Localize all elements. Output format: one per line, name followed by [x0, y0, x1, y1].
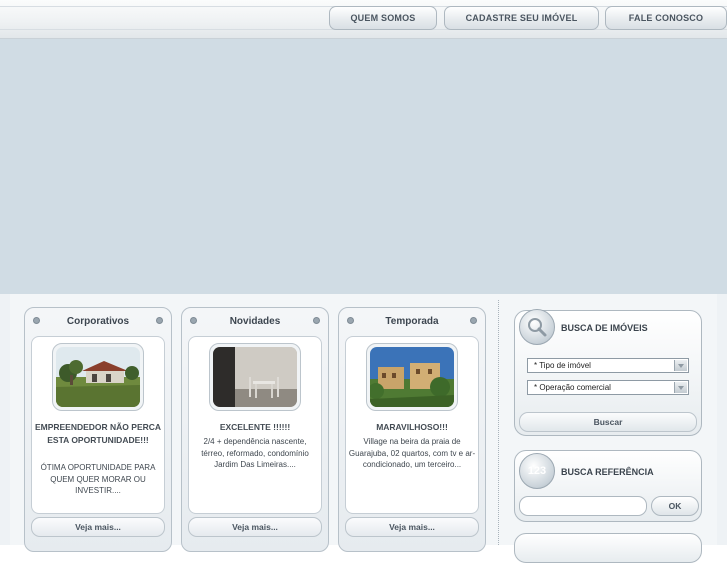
buscar-button[interactable]: Buscar [519, 412, 697, 432]
card-header: Temporada [385, 315, 439, 327]
thumbnail-frame[interactable] [366, 343, 458, 411]
operacao-comercial-select[interactable]: * Operação comercial [527, 380, 689, 395]
busca-referencia-title: BUSCA REFERÊNCIA [561, 467, 654, 477]
card-title: EMPREENDEDOR NÃO PERCA ESTA OPORTUNIDADE… [34, 422, 162, 445]
chevron-down-icon[interactable] [674, 360, 687, 371]
card-novidades: Novidades EXCELENTE !!!!!! 2/4 + dependê… [181, 307, 329, 552]
property-photo[interactable] [213, 347, 297, 407]
chevron-down-icon[interactable] [674, 382, 687, 393]
column-divider [498, 300, 499, 545]
card-title: MARAVILHOSO!!! [376, 422, 448, 432]
nav-fale-conosco-button[interactable]: FALE CONOSCO [605, 6, 727, 30]
busca-imoveis-box: BUSCA DE IMÓVEIS * Tipo de imóvel * Oper… [514, 309, 702, 436]
banner-area [0, 39, 727, 294]
thumbnail-frame[interactable] [52, 343, 144, 411]
veja-mais-button[interactable]: Veja mais... [345, 517, 479, 537]
top-nav-bar: QUEM SOMOS CADASTRE SEU IMÓVEL FALE CONO… [0, 0, 727, 39]
busca-imoveis-title: BUSCA DE IMÓVEIS [561, 323, 648, 333]
busca-referencia-box: 123 BUSCA REFERÊNCIA OK [514, 450, 702, 522]
card-header: Novidades [229, 315, 281, 327]
card-description: ÓTIMA OPORTUNIDADE PARA QUEM QUER MORAR … [40, 463, 156, 495]
additional-box [514, 533, 702, 563]
card-header: Corporativos [66, 315, 130, 327]
magnifier-icon [519, 309, 555, 345]
card-panel: MARAVILHOSO!!! Village na beira da praia… [345, 336, 479, 514]
nav-quem-somos-button[interactable]: QUEM SOMOS [329, 6, 437, 30]
referencia-input[interactable] [519, 496, 647, 516]
card-panel: EMPREENDEDOR NÃO PERCA ESTA OPORTUNIDADE… [31, 336, 165, 514]
thumbnail-frame[interactable] [209, 343, 301, 411]
card-description: 2/4 + dependência nascente, térreo, refo… [201, 437, 309, 469]
veja-mais-button[interactable]: Veja mais... [188, 517, 322, 537]
number-badge-icon: 123 [519, 453, 555, 489]
card-title: EXCELENTE !!!!!! [219, 422, 291, 432]
property-photo[interactable] [56, 347, 140, 407]
veja-mais-button[interactable]: Veja mais... [31, 517, 165, 537]
card-description: Village na beira da praia de Guarajuba, … [348, 437, 476, 469]
operacao-comercial-value: * Operação comercial [534, 383, 611, 392]
card-corporativos: Corporativos EMPREENDEDOR NÃO PERCA ESTA… [24, 307, 172, 552]
nav-cadastre-imovel-button[interactable]: CADASTRE SEU IMÓVEL [444, 6, 599, 30]
tipo-imovel-select[interactable]: * Tipo de imóvel [527, 358, 689, 373]
property-photo[interactable] [370, 347, 454, 407]
tipo-imovel-value: * Tipo de imóvel [534, 361, 591, 370]
card-panel: EXCELENTE !!!!!! 2/4 + dependência nasce… [188, 336, 322, 514]
card-temporada: Temporada MARAVILHOSO!!! Village na beir… [338, 307, 486, 552]
ok-button[interactable]: OK [651, 496, 699, 516]
